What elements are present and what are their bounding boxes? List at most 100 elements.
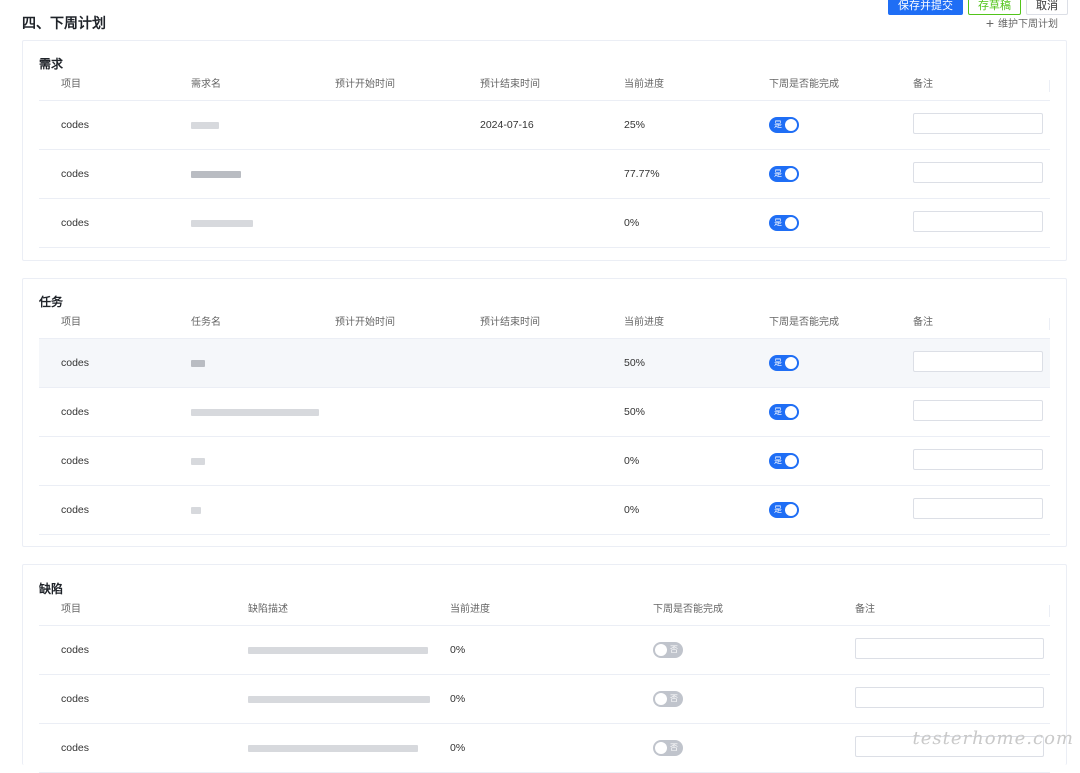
table-row: codes 77.77% 是 [39, 150, 1050, 199]
cell-end: 2024-07-16 [480, 119, 534, 131]
cell-progress: 0% [450, 693, 466, 705]
table-row: codes 0% 否 [39, 626, 1050, 675]
col-can-finish: 下周是否能完成 [769, 317, 839, 328]
can-finish-switch[interactable]: 是 [769, 502, 799, 518]
cell-progress: 0% [450, 644, 466, 656]
switch-label: 是 [774, 505, 782, 514]
switch-label: 否 [670, 743, 678, 752]
cell-project: codes [61, 504, 90, 516]
table-row: codes 2024-07-16 25% 是 [39, 101, 1050, 150]
note-input[interactable] [913, 449, 1043, 470]
col-project: 项目 [61, 317, 81, 328]
col-project: 项目 [61, 604, 81, 615]
defects-title: 缺陷 [39, 582, 64, 596]
switch-label: 是 [774, 456, 782, 465]
col-note: 备注 [913, 79, 933, 90]
table-row: codes 0% 否 [39, 724, 1050, 773]
col-progress: 当前进度 [624, 317, 664, 328]
save-submit-button[interactable]: 保存并提交 [888, 0, 963, 15]
save-draft-button[interactable]: 存草稿 [968, 0, 1021, 15]
blurred-name [191, 360, 205, 367]
note-input[interactable] [913, 162, 1043, 183]
cell-project: codes [61, 168, 90, 180]
switch-label: 是 [774, 358, 782, 367]
cell-progress: 0% [624, 217, 640, 229]
cell-progress: 25% [624, 119, 646, 131]
requirements-card: 需求 项目 需求名 预计开始时间 预计结束时间 当前进度 下周是否能完成 备注 … [22, 40, 1067, 261]
table-row: codes 0% 是 [39, 437, 1050, 486]
cell-progress: 0% [624, 504, 640, 516]
switch-label: 是 [774, 120, 782, 129]
switch-label: 否 [670, 645, 678, 654]
col-desc: 缺陷描述 [248, 604, 288, 615]
table-header: 项目 需求名 预计开始时间 预计结束时间 当前进度 下周是否能完成 备注 [39, 74, 1050, 101]
requirements-title: 需求 [39, 57, 64, 71]
note-input[interactable] [855, 687, 1044, 708]
can-finish-switch[interactable]: 否 [653, 642, 683, 658]
watermark: testerhome.com [912, 728, 1074, 749]
top-actions: 保存并提交 存草稿 取消 [888, 0, 1068, 15]
defects-table: 项目 缺陷描述 当前进度 下周是否能完成 备注 codes 0% 否 codes… [39, 599, 1050, 773]
blurred-name [191, 507, 201, 514]
can-finish-switch[interactable]: 是 [769, 117, 799, 133]
cell-progress: 0% [624, 455, 640, 467]
col-start: 预计开始时间 [335, 79, 395, 90]
blurred-desc [248, 745, 418, 752]
switch-label: 是 [774, 169, 782, 178]
cell-progress: 77.77% [624, 168, 660, 180]
col-can-finish: 下周是否能完成 [653, 604, 723, 615]
cancel-button[interactable]: 取消 [1026, 0, 1068, 15]
cell-project: codes [61, 217, 90, 229]
table-row: codes 50% 是 [39, 388, 1050, 437]
col-progress: 当前进度 [624, 79, 664, 90]
cell-project: codes [61, 644, 90, 656]
table-row: codes 0% 是 [39, 199, 1050, 248]
col-end: 预计结束时间 [480, 317, 540, 328]
cell-project: codes [61, 406, 90, 418]
tasks-table: 项目 任务名 预计开始时间 预计结束时间 当前进度 下周是否能完成 备注 cod… [39, 312, 1050, 535]
can-finish-switch[interactable]: 否 [653, 740, 683, 756]
note-input[interactable] [913, 400, 1043, 421]
section-title: 四、下周计划 [22, 15, 106, 31]
col-name: 需求名 [191, 79, 221, 90]
col-start: 预计开始时间 [335, 317, 395, 328]
cell-progress: 50% [624, 406, 646, 418]
table-header: 项目 缺陷描述 当前进度 下周是否能完成 备注 [39, 599, 1050, 626]
cell-project: codes [61, 742, 90, 754]
cell-project: codes [61, 455, 90, 467]
blurred-desc [248, 696, 430, 703]
note-input[interactable] [913, 351, 1043, 372]
col-end: 预计结束时间 [480, 79, 540, 90]
blurred-name [191, 458, 205, 465]
col-divider [1049, 605, 1050, 617]
cell-project: codes [61, 693, 90, 705]
defects-card: 缺陷 项目 缺陷描述 当前进度 下周是否能完成 备注 codes 0% 否 co… [22, 564, 1067, 773]
blurred-desc [248, 647, 428, 654]
switch-label: 否 [670, 694, 678, 703]
maintain-plan-label: 维护下周计划 [998, 19, 1058, 30]
switch-label: 是 [774, 407, 782, 416]
blurred-name [191, 409, 319, 416]
note-input[interactable] [913, 498, 1043, 519]
can-finish-switch[interactable]: 是 [769, 453, 799, 469]
cell-project: codes [61, 119, 90, 131]
note-input[interactable] [913, 113, 1043, 134]
table-header: 项目 任务名 预计开始时间 预计结束时间 当前进度 下周是否能完成 备注 [39, 312, 1050, 339]
table-row: codes 0% 否 [39, 675, 1050, 724]
can-finish-switch[interactable]: 是 [769, 166, 799, 182]
cell-project: codes [61, 357, 90, 369]
cell-progress: 0% [450, 742, 466, 754]
tasks-card: 任务 项目 任务名 预计开始时间 预计结束时间 当前进度 下周是否能完成 备注 … [22, 278, 1067, 547]
col-divider [1049, 318, 1050, 330]
can-finish-switch[interactable]: 是 [769, 215, 799, 231]
blurred-name [191, 220, 253, 227]
maintain-plan-link[interactable]: + 维护下周计划 [986, 15, 1058, 31]
col-project: 项目 [61, 79, 81, 90]
note-input[interactable] [913, 211, 1043, 232]
can-finish-switch[interactable]: 否 [653, 691, 683, 707]
tasks-title: 任务 [39, 295, 64, 309]
can-finish-switch[interactable]: 是 [769, 404, 799, 420]
blurred-name [191, 171, 241, 178]
can-finish-switch[interactable]: 是 [769, 355, 799, 371]
note-input[interactable] [855, 638, 1044, 659]
